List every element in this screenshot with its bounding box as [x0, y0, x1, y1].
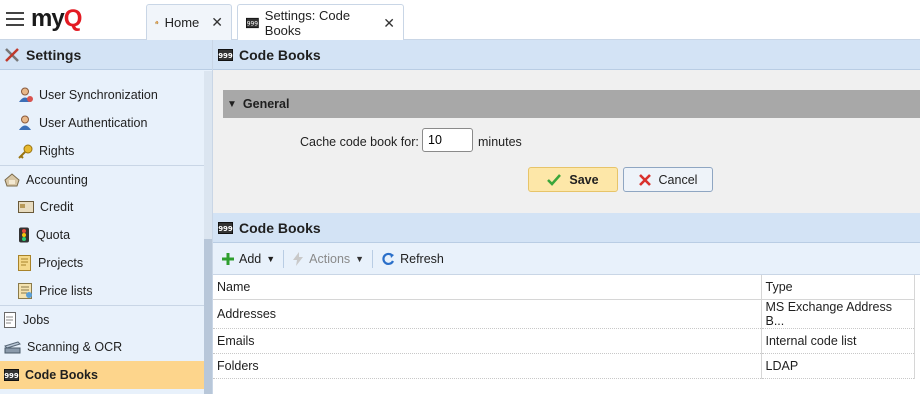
- cell-type: LDAP: [761, 353, 915, 379]
- cell-name: Addresses: [213, 299, 762, 329]
- toolbar-divider: [372, 249, 374, 268]
- tab-settings-label: Settings: Code Books: [264, 8, 351, 38]
- sidebar-item-rights[interactable]: Rights: [0, 137, 204, 165]
- table-row[interactable]: Emails Internal code list: [213, 328, 915, 354]
- sidebar-item-credit[interactable]: Credit: [0, 193, 204, 221]
- sidebar-title: Settings: [26, 46, 82, 63]
- sidebar-item-quota[interactable]: Quota: [0, 221, 204, 249]
- page-header: 999 Code Books: [213, 40, 920, 70]
- main-panel: 999 Code Books ▼ General Cache code book…: [213, 40, 920, 394]
- hamburger-menu-icon[interactable]: [6, 12, 24, 26]
- sidebar-item-user-authentication[interactable]: User Authentication: [0, 109, 204, 137]
- myq-logo: myQ: [31, 5, 82, 32]
- save-button[interactable]: Save: [528, 167, 618, 192]
- tab-home[interactable]: Home ✕: [146, 4, 232, 40]
- user-auth-icon: [19, 115, 31, 130]
- cell-type: MS Exchange Address B...: [761, 299, 915, 329]
- code-books-panel-title: Code Books: [239, 219, 321, 236]
- cache-minutes-input[interactable]: [422, 128, 473, 152]
- code-books-toolbar: Add ▼ Actions ▼ Refresh: [213, 243, 920, 275]
- table-row[interactable]: Folders LDAP: [213, 353, 915, 379]
- projects-icon: [18, 255, 31, 271]
- tab-home-label: Home: [164, 15, 200, 30]
- svg-text:999: 999: [247, 21, 259, 28]
- sidebar-scrollbar-thumb[interactable]: [204, 239, 212, 394]
- sidebar-item-price-lists[interactable]: Price lists: [0, 277, 204, 305]
- refresh-icon: [382, 252, 395, 265]
- toolbar-divider: [283, 249, 285, 268]
- cell-type: Internal code list: [761, 328, 915, 354]
- checkmark-icon: [547, 173, 562, 186]
- refresh-button[interactable]: Refresh: [377, 252, 448, 266]
- svg-text:999: 999: [218, 52, 233, 60]
- actions-dropdown-arrow-icon[interactable]: ▼: [355, 254, 364, 264]
- credit-icon: [18, 201, 34, 213]
- top-bar: myQ Home ✕ 999 Settings: Code Books ✕: [0, 0, 920, 41]
- sidebar-item-accounting[interactable]: Accounting: [0, 165, 204, 193]
- price-list-icon: [18, 283, 32, 299]
- home-icon: [155, 20, 159, 25]
- cache-code-book-label: Cache code book for:: [300, 135, 419, 149]
- codebook-icon: 999: [4, 369, 19, 381]
- cell-name: Folders: [213, 353, 762, 379]
- user-sync-icon: [19, 87, 33, 102]
- lightning-icon: [293, 251, 304, 266]
- plus-icon: [222, 252, 234, 265]
- svg-text:999: 999: [4, 372, 19, 380]
- tab-settings-close-icon[interactable]: ✕: [383, 15, 395, 32]
- add-dropdown-arrow-icon[interactable]: ▼: [266, 254, 275, 264]
- settings-sidebar: Settings User Synchronization User Authe…: [0, 40, 213, 394]
- table-row[interactable]: Addresses MS Exchange Address B...: [213, 299, 915, 329]
- code-books-panel-header: 999 Code Books: [213, 213, 920, 243]
- page-title: Code Books: [239, 46, 321, 63]
- scanner-icon: [4, 341, 21, 354]
- accounting-icon: [4, 173, 20, 187]
- general-section-title: General: [242, 97, 290, 111]
- tab-home-close-icon[interactable]: ✕: [211, 14, 223, 31]
- sidebar-item-projects[interactable]: Projects: [0, 249, 204, 277]
- tools-icon: [5, 47, 19, 62]
- quota-icon: [19, 227, 29, 243]
- cell-name: Emails: [213, 328, 762, 354]
- cache-unit-label: minutes: [478, 135, 522, 149]
- code-books-grid: Name Type Addresses MS Exchange Address …: [213, 275, 915, 379]
- sidebar-item-jobs[interactable]: Jobs: [0, 305, 204, 333]
- sidebar-list: User Synchronization User Authentication…: [0, 71, 204, 394]
- code-books-panel: 999 Code Books Add ▼ Actions ▼ Refresh N…: [213, 213, 920, 394]
- sidebar-item-scanning-ocr[interactable]: Scanning & OCR: [0, 333, 204, 361]
- actions-button[interactable]: Actions ▼: [288, 251, 368, 266]
- tab-settings-code-books[interactable]: 999 Settings: Code Books ✕: [237, 4, 404, 41]
- sidebar-scrollbar[interactable]: [204, 71, 212, 394]
- codebook-icon: 999: [246, 17, 259, 29]
- codebook-icon: 999: [218, 48, 233, 61]
- column-header-type[interactable]: Type: [761, 275, 915, 300]
- sidebar-item-code-books[interactable]: 999 Code Books: [0, 361, 204, 389]
- general-section-header[interactable]: ▼ General: [223, 90, 920, 118]
- sidebar-header: Settings: [0, 40, 212, 70]
- add-button[interactable]: Add ▼: [218, 252, 279, 266]
- key-icon: [18, 144, 33, 159]
- cancel-x-icon: [638, 173, 651, 186]
- collapse-triangle-icon[interactable]: ▼: [227, 99, 237, 110]
- svg-text:999: 999: [218, 225, 233, 233]
- sidebar-item-user-synchronization[interactable]: User Synchronization: [0, 81, 204, 109]
- jobs-icon: [4, 311, 16, 328]
- column-header-name[interactable]: Name: [213, 275, 762, 300]
- codebook-icon: 999: [218, 221, 233, 234]
- cancel-button[interactable]: Cancel: [623, 167, 713, 192]
